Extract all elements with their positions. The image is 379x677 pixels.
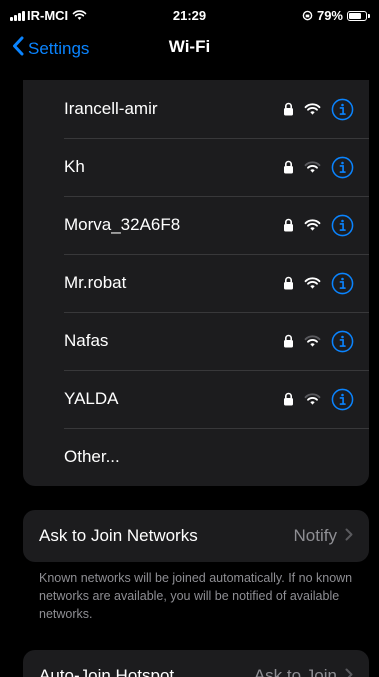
ask-to-join-label: Ask to Join Networks	[39, 526, 198, 545]
network-row[interactable]: Mr.robat	[23, 254, 369, 312]
wifi-settings-screen: IR-MCI 21:29 79% Settings Wi-Fi Irancell…	[0, 0, 379, 677]
status-bar: IR-MCI 21:29 79%	[0, 0, 379, 32]
ask-to-join-group: Ask to Join Networks Notify	[23, 510, 369, 562]
other-network-row[interactable]: Other...	[23, 428, 369, 486]
wifi-icon	[304, 334, 321, 348]
network-icons	[283, 388, 354, 411]
network-list: Irancell-amir Kh Morva_32A6F8 Mr.robat Nafas…	[23, 80, 369, 486]
network-row[interactable]: Morva_32A6F8	[23, 196, 369, 254]
network-name: Mr.robat	[64, 273, 127, 292]
info-icon[interactable]	[331, 214, 354, 237]
lock-icon	[283, 160, 294, 174]
network-name: YALDA	[64, 389, 119, 408]
info-icon[interactable]	[331, 98, 354, 121]
page-title: Wi-Fi	[168, 37, 211, 56]
auto-join-hotspot-value-wrap: Ask to Join	[254, 666, 353, 677]
network-name: Kh	[64, 157, 85, 176]
wifi-icon	[304, 102, 321, 116]
network-icons	[283, 330, 354, 353]
wifi-icon	[304, 392, 321, 406]
wifi-icon	[304, 160, 321, 174]
auto-join-hotspot-label: Auto-Join Hotspot	[39, 666, 175, 677]
battery-percent: 79%	[316, 8, 343, 23]
network-row[interactable]: Kh	[23, 138, 369, 196]
lock-icon	[283, 102, 294, 116]
network-icons	[283, 156, 354, 179]
lock-icon	[283, 276, 294, 290]
ask-to-join-value-wrap: Notify	[294, 526, 353, 546]
auto-join-hotspot-value: Ask to Join	[253, 666, 337, 677]
other-network-label: Other...	[64, 447, 120, 466]
info-icon[interactable]	[331, 272, 354, 295]
network-icons	[283, 98, 354, 121]
chevron-right-icon	[345, 526, 353, 546]
info-icon[interactable]	[331, 388, 354, 411]
lock-icon	[283, 392, 294, 406]
ask-to-join-value: Notify	[293, 526, 337, 545]
network-name: Nafas	[64, 331, 109, 350]
auto-join-hotspot-row[interactable]: Auto-Join Hotspot Ask to Join	[23, 650, 369, 677]
network-icons	[283, 272, 354, 295]
wifi-icon	[304, 218, 321, 232]
info-icon[interactable]	[331, 156, 354, 179]
lock-icon	[283, 334, 294, 348]
network-row[interactable]: Irancell-amir	[23, 80, 369, 138]
battery-level	[349, 12, 361, 19]
network-name: Morva_32A6F8	[64, 215, 181, 234]
network-icons	[283, 214, 354, 237]
wifi-icon	[304, 276, 321, 290]
auto-join-hotspot-group: Auto-Join Hotspot Ask to Join	[23, 650, 369, 677]
status-right: 79%	[302, 8, 370, 23]
lock-icon	[283, 218, 294, 232]
battery-icon	[347, 10, 370, 21]
navigation-bar: Settings Wi-Fi	[0, 32, 379, 66]
network-row[interactable]: Nafas	[23, 312, 369, 370]
orientation-lock-icon	[302, 10, 313, 21]
ask-to-join-row[interactable]: Ask to Join Networks Notify	[23, 510, 369, 562]
info-icon[interactable]	[331, 330, 354, 353]
network-name: Irancell-amir	[64, 99, 158, 118]
ask-to-join-footer: Known networks will be joined automatica…	[39, 571, 353, 621]
network-row[interactable]: YALDA	[23, 370, 369, 428]
chevron-right-icon	[345, 666, 353, 677]
